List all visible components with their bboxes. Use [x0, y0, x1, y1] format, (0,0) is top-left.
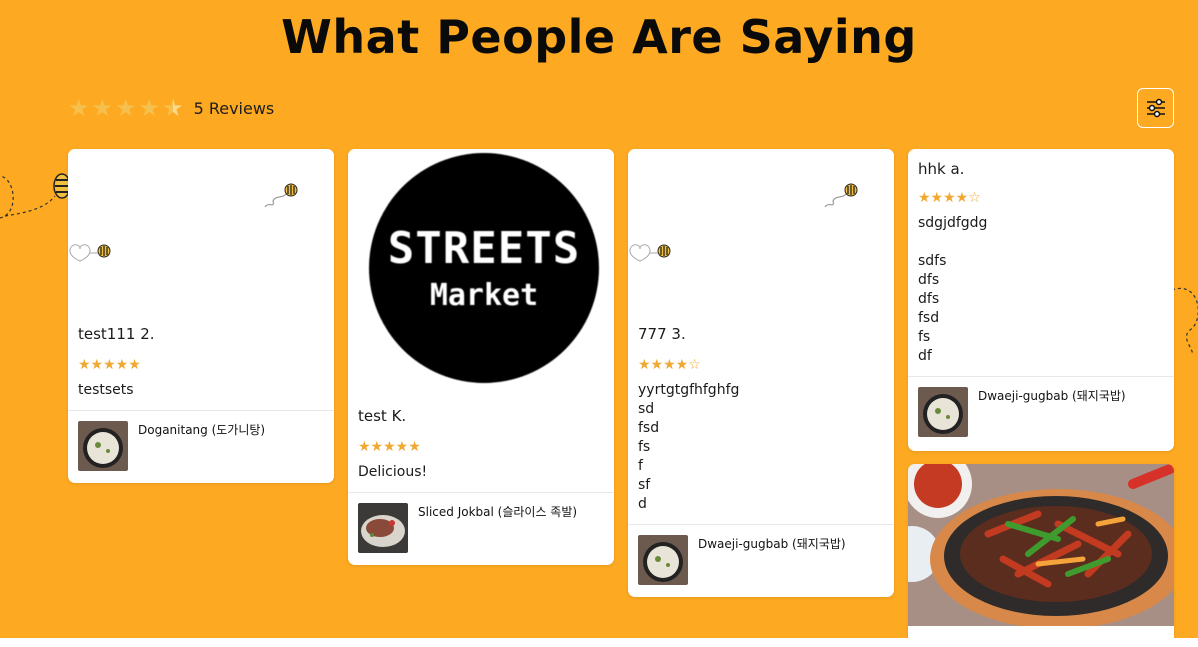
- review-card[interactable]: 777 3. ★★★★☆ yyrtgtgfhfghfg sd fsd fs f …: [628, 149, 894, 597]
- sliders-icon: [1146, 98, 1165, 118]
- review-card[interactable]: STREETS Market test K. ★★★★★ Delicious! …: [348, 149, 614, 565]
- product-name[interactable]: Doganitang (도가니탕): [138, 421, 265, 438]
- rating-summary: ★ ★ ★ ★ ★ 5 Reviews: [68, 94, 274, 122]
- reviewer-name: test111 2.: [78, 325, 155, 343]
- heart-bee-doodle-icon: [69, 244, 111, 262]
- product-link[interactable]: Doganitang (도가니탕): [68, 410, 334, 481]
- review-media: STREETS Market: [348, 149, 614, 399]
- review-text: sdgjdfgdg sdfs dfs dfs fsd fs df: [918, 215, 988, 364]
- review-media-photo: [908, 464, 1174, 626]
- review-stars: ★★★★★: [358, 439, 421, 455]
- review-text: testsets: [78, 382, 134, 398]
- reviewer-name: hhk a.: [918, 160, 965, 178]
- bee-doodle-icon: [824, 183, 858, 208]
- review-count[interactable]: 5 Reviews: [194, 99, 275, 118]
- review-text: yyrtgtgfhfghfg sd fsd fs f sf d: [638, 382, 740, 512]
- half-star-icon: ★: [162, 94, 184, 122]
- review-stars: ★★★★★: [78, 357, 141, 373]
- review-card[interactable]: hhk a. ★★★★☆ sdgjdfgdg sdfs dfs dfs fsd …: [908, 149, 1174, 451]
- logo-line2: Market: [429, 278, 539, 313]
- bee-flight-path-right-icon: [1171, 287, 1198, 355]
- section-title: What People Are Saying: [281, 10, 917, 64]
- product-link[interactable]: Sliced Jokbal (슬라이스 족발): [348, 492, 614, 563]
- review-media: [628, 149, 894, 317]
- product-link[interactable]: Dwaeji-gugbab (돼지국밥): [628, 524, 894, 595]
- bee-doodle-icon: [264, 183, 298, 208]
- heart-bee-doodle-icon: [629, 244, 671, 262]
- product-thumbnail[interactable]: [78, 421, 128, 471]
- logo-line1: STREETS: [387, 223, 581, 274]
- streets-market-logo: STREETS Market: [369, 153, 599, 383]
- product-link[interactable]: Dwaeji-gugbab (돼지국밥): [908, 376, 1174, 447]
- review-card[interactable]: test111 2. ★★★★★ testsets Doganitang (도가…: [68, 149, 334, 483]
- bulgogi-skillet-image: [908, 464, 1174, 626]
- product-name[interactable]: Dwaeji-gugbab (돼지국밥): [698, 535, 846, 552]
- review-card[interactable]: [908, 464, 1174, 638]
- star-icon: ★: [91, 94, 114, 122]
- product-thumbnail[interactable]: [918, 387, 968, 437]
- star-icon: ★: [115, 94, 137, 122]
- star-icon: ★: [68, 94, 90, 122]
- reviewer-name: 777 3.: [638, 325, 686, 343]
- review-stars: ★★★★☆: [918, 190, 981, 206]
- average-rating-stars: ★ ★ ★ ★ ★: [68, 96, 184, 120]
- product-thumbnail[interactable]: [638, 535, 688, 585]
- product-name[interactable]: Dwaeji-gugbab (돼지국밥): [978, 387, 1126, 404]
- reviewer-name: test K.: [358, 407, 407, 425]
- filter-button[interactable]: [1137, 88, 1174, 128]
- product-thumbnail[interactable]: [358, 503, 408, 553]
- product-name[interactable]: Sliced Jokbal (슬라이스 족발): [418, 503, 577, 520]
- review-stars: ★★★★☆: [638, 357, 701, 373]
- reviews-section: What People Are Saying ★ ★ ★ ★ ★ 5 Revie…: [0, 0, 1198, 638]
- star-icon: ★: [138, 94, 161, 122]
- review-text: Delicious!: [358, 464, 428, 480]
- review-media: [68, 149, 334, 317]
